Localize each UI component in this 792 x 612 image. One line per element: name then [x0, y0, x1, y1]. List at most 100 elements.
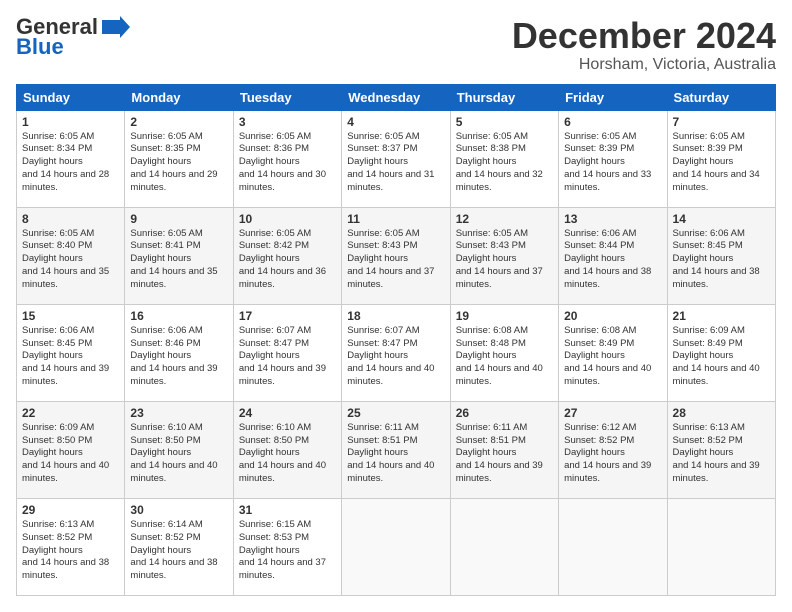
day-info: Sunrise: 6:08 AMSunset: 8:48 PMDaylight … [456, 325, 543, 387]
day-number: 25 [347, 406, 444, 420]
day-cell-8: 8 Sunrise: 6:05 AMSunset: 8:40 PMDayligh… [17, 207, 125, 304]
day-info: Sunrise: 6:05 AMSunset: 8:38 PMDaylight … [456, 131, 543, 193]
page: General Blue December 2024 Horsham, Vict… [0, 0, 792, 612]
title-block: December 2024 Horsham, Victoria, Austral… [512, 16, 776, 74]
day-info: Sunrise: 6:06 AMSunset: 8:45 PMDaylight … [673, 228, 760, 290]
day-number: 23 [130, 406, 227, 420]
week-row-2: 8 Sunrise: 6:05 AMSunset: 8:40 PMDayligh… [17, 207, 776, 304]
day-number: 3 [239, 115, 336, 129]
day-cell-15: 15 Sunrise: 6:06 AMSunset: 8:45 PMDaylig… [17, 304, 125, 401]
col-header-sunday: Sunday [17, 84, 125, 110]
day-info: Sunrise: 6:13 AMSunset: 8:52 PMDaylight … [673, 422, 760, 484]
day-cell-14: 14 Sunrise: 6:06 AMSunset: 8:45 PMDaylig… [667, 207, 775, 304]
day-cell-11: 11 Sunrise: 6:05 AMSunset: 8:43 PMDaylig… [342, 207, 450, 304]
day-cell-19: 19 Sunrise: 6:08 AMSunset: 8:48 PMDaylig… [450, 304, 558, 401]
day-info: Sunrise: 6:06 AMSunset: 8:44 PMDaylight … [564, 228, 651, 290]
day-number: 1 [22, 115, 119, 129]
day-number: 12 [456, 212, 553, 226]
day-number: 26 [456, 406, 553, 420]
day-number: 19 [456, 309, 553, 323]
day-info: Sunrise: 6:05 AMSunset: 8:37 PMDaylight … [347, 131, 434, 193]
location: Horsham, Victoria, Australia [512, 56, 776, 74]
day-number: 10 [239, 212, 336, 226]
col-header-saturday: Saturday [667, 84, 775, 110]
day-number: 6 [564, 115, 661, 129]
day-info: Sunrise: 6:11 AMSunset: 8:51 PMDaylight … [456, 422, 543, 484]
day-info: Sunrise: 6:06 AMSunset: 8:45 PMDaylight … [22, 325, 109, 387]
col-header-tuesday: Tuesday [233, 84, 341, 110]
day-number: 27 [564, 406, 661, 420]
day-cell-31: 31 Sunrise: 6:15 AMSunset: 8:53 PMDaylig… [233, 498, 341, 595]
day-info: Sunrise: 6:10 AMSunset: 8:50 PMDaylight … [130, 422, 217, 484]
day-number: 16 [130, 309, 227, 323]
day-info: Sunrise: 6:05 AMSunset: 8:34 PMDaylight … [22, 131, 109, 193]
day-info: Sunrise: 6:05 AMSunset: 8:36 PMDaylight … [239, 131, 326, 193]
day-cell-24: 24 Sunrise: 6:10 AMSunset: 8:50 PMDaylig… [233, 401, 341, 498]
empty-cell [342, 498, 450, 595]
day-number: 15 [22, 309, 119, 323]
week-row-1: 1 Sunrise: 6:05 AMSunset: 8:34 PMDayligh… [17, 110, 776, 207]
logo: General Blue [16, 16, 130, 60]
day-cell-17: 17 Sunrise: 6:07 AMSunset: 8:47 PMDaylig… [233, 304, 341, 401]
day-cell-23: 23 Sunrise: 6:10 AMSunset: 8:50 PMDaylig… [125, 401, 233, 498]
day-info: Sunrise: 6:06 AMSunset: 8:46 PMDaylight … [130, 325, 217, 387]
empty-cell [559, 498, 667, 595]
day-number: 4 [347, 115, 444, 129]
day-info: Sunrise: 6:07 AMSunset: 8:47 PMDaylight … [347, 325, 434, 387]
day-cell-22: 22 Sunrise: 6:09 AMSunset: 8:50 PMDaylig… [17, 401, 125, 498]
day-info: Sunrise: 6:09 AMSunset: 8:50 PMDaylight … [22, 422, 109, 484]
day-number: 24 [239, 406, 336, 420]
logo-blue: Blue [16, 34, 64, 60]
day-cell-16: 16 Sunrise: 6:06 AMSunset: 8:46 PMDaylig… [125, 304, 233, 401]
day-cell-12: 12 Sunrise: 6:05 AMSunset: 8:43 PMDaylig… [450, 207, 558, 304]
day-cell-1: 1 Sunrise: 6:05 AMSunset: 8:34 PMDayligh… [17, 110, 125, 207]
day-cell-13: 13 Sunrise: 6:06 AMSunset: 8:44 PMDaylig… [559, 207, 667, 304]
day-cell-25: 25 Sunrise: 6:11 AMSunset: 8:51 PMDaylig… [342, 401, 450, 498]
month-title: December 2024 [512, 16, 776, 56]
day-number: 9 [130, 212, 227, 226]
col-header-monday: Monday [125, 84, 233, 110]
day-cell-26: 26 Sunrise: 6:11 AMSunset: 8:51 PMDaylig… [450, 401, 558, 498]
day-info: Sunrise: 6:09 AMSunset: 8:49 PMDaylight … [673, 325, 760, 387]
day-number: 7 [673, 115, 770, 129]
empty-cell [667, 498, 775, 595]
day-info: Sunrise: 6:07 AMSunset: 8:47 PMDaylight … [239, 325, 326, 387]
day-number: 20 [564, 309, 661, 323]
week-row-4: 22 Sunrise: 6:09 AMSunset: 8:50 PMDaylig… [17, 401, 776, 498]
day-cell-2: 2 Sunrise: 6:05 AMSunset: 8:35 PMDayligh… [125, 110, 233, 207]
day-cell-18: 18 Sunrise: 6:07 AMSunset: 8:47 PMDaylig… [342, 304, 450, 401]
day-cell-7: 7 Sunrise: 6:05 AMSunset: 8:39 PMDayligh… [667, 110, 775, 207]
day-info: Sunrise: 6:05 AMSunset: 8:43 PMDaylight … [456, 228, 543, 290]
day-number: 14 [673, 212, 770, 226]
day-cell-27: 27 Sunrise: 6:12 AMSunset: 8:52 PMDaylig… [559, 401, 667, 498]
day-number: 28 [673, 406, 770, 420]
day-number: 18 [347, 309, 444, 323]
day-number: 11 [347, 212, 444, 226]
day-number: 17 [239, 309, 336, 323]
day-cell-6: 6 Sunrise: 6:05 AMSunset: 8:39 PMDayligh… [559, 110, 667, 207]
calendar-table: SundayMondayTuesdayWednesdayThursdayFrid… [16, 84, 776, 596]
day-info: Sunrise: 6:05 AMSunset: 8:41 PMDaylight … [130, 228, 217, 290]
day-number: 29 [22, 503, 119, 517]
day-info: Sunrise: 6:05 AMSunset: 8:39 PMDaylight … [673, 131, 760, 193]
week-row-5: 29 Sunrise: 6:13 AMSunset: 8:52 PMDaylig… [17, 498, 776, 595]
day-number: 13 [564, 212, 661, 226]
day-cell-29: 29 Sunrise: 6:13 AMSunset: 8:52 PMDaylig… [17, 498, 125, 595]
day-info: Sunrise: 6:05 AMSunset: 8:35 PMDaylight … [130, 131, 217, 193]
col-header-wednesday: Wednesday [342, 84, 450, 110]
day-cell-30: 30 Sunrise: 6:14 AMSunset: 8:52 PMDaylig… [125, 498, 233, 595]
empty-cell [450, 498, 558, 595]
day-info: Sunrise: 6:05 AMSunset: 8:43 PMDaylight … [347, 228, 434, 290]
col-header-friday: Friday [559, 84, 667, 110]
day-info: Sunrise: 6:13 AMSunset: 8:52 PMDaylight … [22, 519, 109, 581]
day-number: 31 [239, 503, 336, 517]
day-info: Sunrise: 6:05 AMSunset: 8:42 PMDaylight … [239, 228, 326, 290]
day-cell-4: 4 Sunrise: 6:05 AMSunset: 8:37 PMDayligh… [342, 110, 450, 207]
day-info: Sunrise: 6:12 AMSunset: 8:52 PMDaylight … [564, 422, 651, 484]
day-cell-21: 21 Sunrise: 6:09 AMSunset: 8:49 PMDaylig… [667, 304, 775, 401]
day-info: Sunrise: 6:14 AMSunset: 8:52 PMDaylight … [130, 519, 217, 581]
day-cell-5: 5 Sunrise: 6:05 AMSunset: 8:38 PMDayligh… [450, 110, 558, 207]
col-header-thursday: Thursday [450, 84, 558, 110]
day-info: Sunrise: 6:10 AMSunset: 8:50 PMDaylight … [239, 422, 326, 484]
day-info: Sunrise: 6:05 AMSunset: 8:39 PMDaylight … [564, 131, 651, 193]
